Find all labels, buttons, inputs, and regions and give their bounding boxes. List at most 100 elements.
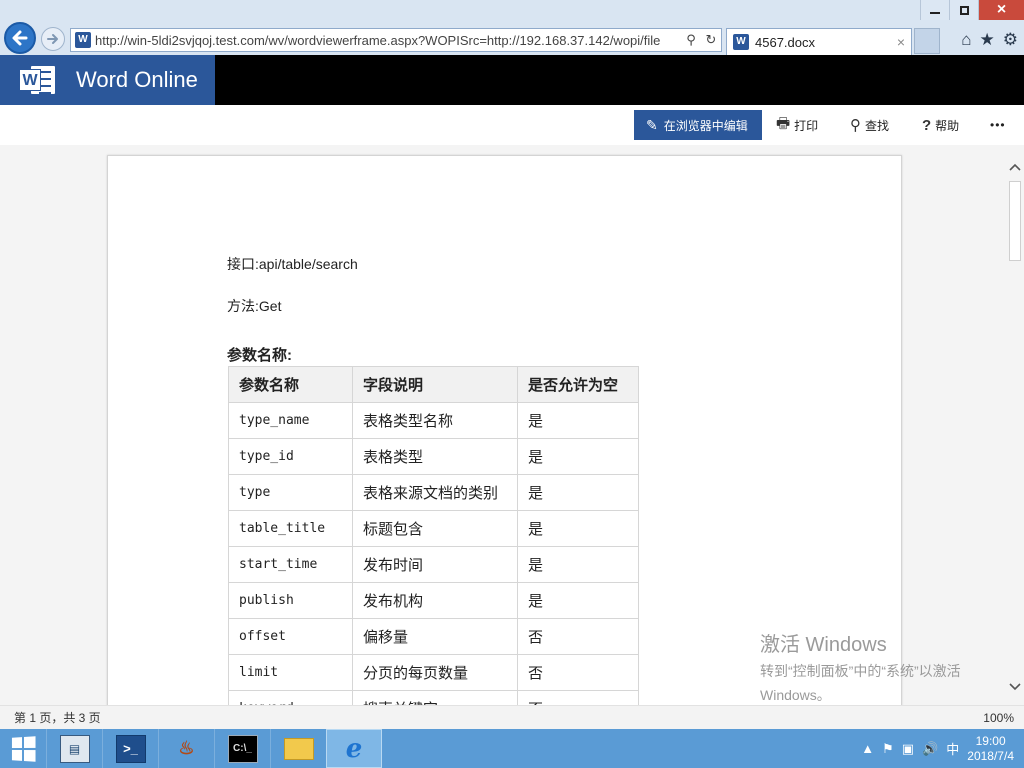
windows-activation-watermark: 激活 Windows 转到“控制面板”中的“系统”以激活 Windows。 bbox=[760, 634, 961, 703]
browser-tools: ⌂ ★ ⚙ bbox=[961, 28, 1018, 52]
pencil-icon: ✎ bbox=[646, 116, 658, 133]
zoom-level[interactable]: 100% bbox=[983, 711, 1014, 725]
home-icon[interactable]: ⌂ bbox=[961, 30, 971, 50]
scrollbar-thumb[interactable] bbox=[1009, 181, 1021, 261]
action-center-flag-icon[interactable]: ⚑ bbox=[882, 741, 894, 757]
settings-gear-icon[interactable]: ⚙ bbox=[1003, 30, 1018, 50]
command-prompt-icon: C:\_ bbox=[227, 734, 258, 763]
chevron-up-icon[interactable] bbox=[1006, 159, 1024, 177]
find-button[interactable]: ⚲ 查找 bbox=[850, 110, 889, 140]
param-nullable-cell: 是 bbox=[517, 582, 639, 619]
refresh-icon[interactable]: ↻ bbox=[701, 32, 721, 48]
word-logo-icon: W bbox=[19, 63, 55, 97]
table-row: type 表格来源文档的类别是 bbox=[228, 474, 639, 511]
param-name-cell: keyword bbox=[228, 690, 353, 705]
param-nullable-cell: 是 bbox=[517, 546, 639, 583]
params-heading: 参数名称: bbox=[227, 347, 292, 364]
app-brand[interactable]: W Word Online bbox=[0, 55, 215, 105]
window-controls: × bbox=[920, 0, 1024, 20]
taskbar-file-explorer[interactable] bbox=[270, 729, 326, 768]
param-desc-cell: 表格来源文档的类别 bbox=[352, 474, 518, 511]
param-name-cell: type_name bbox=[228, 402, 353, 439]
print-button[interactable]: 🖶 打印 bbox=[776, 110, 818, 140]
param-desc-cell: 发布时间 bbox=[352, 546, 518, 583]
taskbar-server-manager[interactable]: ▤ bbox=[46, 729, 102, 768]
browser-tab-active[interactable]: W 4567.docx × bbox=[726, 28, 912, 55]
interface-line: 接口:api/table/search bbox=[227, 256, 358, 272]
taskbar-java[interactable]: ♨ bbox=[158, 729, 214, 768]
ime-indicator[interactable]: 中 bbox=[946, 739, 959, 758]
table-row: type_id 表格类型是 bbox=[228, 438, 639, 475]
help-icon: ? bbox=[922, 116, 932, 134]
close-window-button[interactable]: × bbox=[978, 0, 1024, 20]
param-name-cell: type_id bbox=[228, 438, 353, 475]
taskbar-clock[interactable]: 19:00 2018/7/4 bbox=[967, 734, 1014, 764]
table-header-row: 参数名称 字段说明 是否允许为空 bbox=[228, 366, 639, 403]
search-icon[interactable]: ⚲ bbox=[681, 32, 701, 48]
param-desc-cell: 偏移量 bbox=[352, 618, 518, 655]
taskbar-powershell[interactable]: >_ bbox=[102, 729, 158, 768]
network-icon[interactable]: ▣ bbox=[902, 741, 914, 757]
internet-explorer-icon: e bbox=[345, 733, 363, 764]
new-tab-button[interactable] bbox=[914, 28, 940, 54]
folder-icon bbox=[283, 737, 314, 760]
clock-time: 19:00 bbox=[975, 733, 1006, 748]
table-row: limit 分页的每页数量否 bbox=[228, 654, 639, 691]
help-button[interactable]: ? 帮助 bbox=[922, 110, 959, 140]
param-name-cell: publish bbox=[228, 582, 353, 619]
table-header-cell: 字段说明 bbox=[352, 366, 518, 403]
param-nullable-cell: 是 bbox=[517, 510, 639, 547]
table-header-cell: 是否允许为空 bbox=[517, 366, 639, 403]
vertical-scrollbar[interactable] bbox=[1006, 155, 1024, 695]
clock-date: 2018/7/4 bbox=[967, 748, 1014, 763]
favorites-star-icon[interactable]: ★ bbox=[980, 30, 995, 50]
taskbar-internet-explorer[interactable]: e bbox=[326, 729, 382, 768]
param-desc-cell: 分页的每页数量 bbox=[352, 654, 518, 691]
param-name-cell: limit bbox=[228, 654, 353, 691]
minimize-button[interactable] bbox=[920, 0, 949, 20]
chevron-down-icon[interactable] bbox=[1006, 677, 1024, 695]
arrow-right-icon bbox=[47, 34, 58, 44]
taskbar-command-prompt[interactable]: C:\_ bbox=[214, 729, 270, 768]
table-row: type_name 表格类型名称是 bbox=[228, 402, 639, 439]
browser-chrome: × W http://win-5ldi2svjqoj.test.com/wv/w… bbox=[0, 0, 1024, 55]
show-hidden-icons-icon[interactable]: ▲ bbox=[861, 741, 874, 756]
param-name-cell: start_time bbox=[228, 546, 353, 583]
edit-in-browser-label: 在浏览器中编辑 bbox=[663, 118, 748, 133]
page-info: 第 1 页，共 3 页 bbox=[14, 711, 101, 725]
maximize-button[interactable] bbox=[949, 0, 978, 20]
address-bar[interactable]: W http://win-5ldi2svjqoj.test.com/wv/wor… bbox=[70, 28, 722, 52]
param-desc-cell: 表格类型名称 bbox=[352, 402, 518, 439]
param-desc-cell: 表格类型 bbox=[352, 438, 518, 475]
address-url[interactable]: http://win-5ldi2svjqoj.test.com/wv/wordv… bbox=[95, 33, 681, 48]
more-options-button[interactable]: ••• bbox=[990, 110, 1006, 140]
search-icon: ⚲ bbox=[850, 117, 861, 134]
method-line: 方法:Get bbox=[227, 298, 282, 314]
close-tab-icon[interactable]: × bbox=[897, 34, 905, 50]
table-row: offset 偏移量否 bbox=[228, 618, 639, 655]
word-online-header: W Word Online bbox=[0, 55, 1024, 105]
param-nullable-cell: 否 bbox=[517, 654, 639, 691]
forward-button[interactable] bbox=[41, 27, 65, 51]
table-row: start_time 发布时间是 bbox=[228, 546, 639, 583]
param-nullable-cell: 是 bbox=[517, 402, 639, 439]
powershell-icon: >_ bbox=[115, 734, 146, 763]
back-button[interactable] bbox=[4, 22, 36, 54]
param-nullable-cell: 否 bbox=[517, 618, 639, 655]
param-nullable-cell: 否 bbox=[517, 690, 639, 705]
word-favicon-icon: W bbox=[75, 32, 91, 48]
document-page: 接口:api/table/search 方法:Get 参数名称: 参数名称 字段… bbox=[107, 155, 902, 705]
java-icon: ♨ bbox=[178, 738, 195, 759]
param-name-cell: offset bbox=[228, 618, 353, 655]
start-button[interactable] bbox=[0, 729, 46, 768]
document-viewer: 接口:api/table/search 方法:Get 参数名称: 参数名称 字段… bbox=[0, 145, 1024, 705]
app-name: Word Online bbox=[76, 67, 198, 92]
edit-in-browser-button[interactable]: ✎ 在浏览器中编辑 bbox=[634, 110, 762, 140]
table-header-cell: 参数名称 bbox=[228, 366, 353, 403]
volume-icon[interactable]: 🔊 bbox=[922, 741, 938, 757]
param-desc-cell: 标题包含 bbox=[352, 510, 518, 547]
param-desc-cell: 搜索关键字 bbox=[352, 690, 518, 705]
param-desc-cell: 发布机构 bbox=[352, 582, 518, 619]
server-manager-icon: ▤ bbox=[59, 734, 90, 763]
system-tray: ▲ ⚑ ▣ 🔊 中 19:00 2018/7/4 bbox=[861, 734, 1024, 764]
